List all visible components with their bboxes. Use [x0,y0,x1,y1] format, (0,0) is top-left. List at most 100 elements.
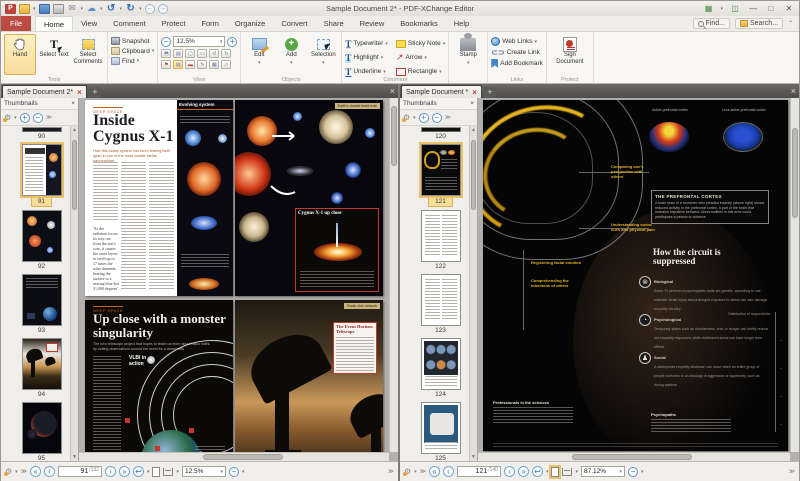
close-button[interactable]: ✕ [783,4,795,13]
arrow-button[interactable]: ↗Arrow▾ [396,51,445,64]
first-page-button[interactable]: « [30,466,41,477]
thumbnail-page-120[interactable]: 120 [406,127,475,141]
first-page-button[interactable]: « [429,466,440,477]
undo-dropdown-icon[interactable]: ▾ [120,6,123,12]
more-tools-icon[interactable]: ≫ [46,114,52,121]
thumbnail-page-122[interactable]: 122 [406,210,475,271]
select-comments-button[interactable]: Select Comments [72,34,104,75]
zoom-dropdown-icon[interactable]: ▾ [641,469,644,475]
close-pane-icon[interactable]: × [791,86,796,96]
zoom-level-field[interactable]: 87.12%▾ [581,466,625,477]
expander-icon[interactable]: ≫ [21,468,27,475]
thumbnail-page-125[interactable]: 125 [406,402,475,461]
previous-view-button[interactable]: ↩ [532,466,543,477]
scroll-down-icon[interactable]: ▼ [71,453,78,461]
status-options-icon[interactable]: ⚙ [5,467,12,476]
left-vertical-scrollbar[interactable] [389,98,398,452]
scroll-up-icon[interactable]: ▲ [470,126,477,134]
thumbnails-options-icon[interactable]: ⚙ [4,113,11,122]
new-tab-button[interactable]: + [89,87,101,98]
left-document-view[interactable]: Deep Space Inside Cygnus X-1 How this bi… [79,98,398,461]
search-button[interactable]: Search... [735,18,783,29]
add-object-button[interactable]: Add▾ [276,34,306,75]
view-history-dropdown[interactable]: ▾ [546,469,549,475]
previous-view-button[interactable]: ↩ [133,466,144,477]
tab-review[interactable]: Review [352,16,393,31]
scroll-up-icon[interactable]: ▲ [71,126,78,134]
cloud-icon[interactable]: ☁ [86,4,97,14]
first-page-view-icon[interactable]: ⬒ [161,49,171,58]
zoom-in-button[interactable]: + [227,37,237,47]
view-history-dropdown[interactable]: ▾ [147,469,150,475]
thumbnails-panel-icon[interactable]: ▤ [173,60,183,69]
tab-bookmarks[interactable]: Bookmarks [392,16,446,31]
zoom-dropdown-icon[interactable]: ▾ [242,469,245,475]
session-icon[interactable]: ▦ [702,4,714,13]
close-panel-icon[interactable]: × [71,100,75,107]
expander-icon[interactable]: ≫ [420,468,426,475]
maximize-button[interactable]: □ [765,4,777,13]
right-document-tab[interactable]: Sample Document * × [401,85,482,98]
right-horizontal-scrollbar[interactable] [478,452,790,461]
open-dropdown-icon[interactable]: ▾ [33,6,36,12]
minimize-button[interactable]: — [747,4,759,13]
thumb-zoom-out-button[interactable]: − [33,113,43,123]
scroll-down-icon[interactable]: ▼ [470,453,477,461]
left-document-tab[interactable]: Sample Document 2* × [2,85,87,98]
hand-tool-button[interactable]: Hand [4,34,36,75]
back-view-icon[interactable]: ← [145,4,155,14]
page-layout-icon[interactable]: ▤ [173,49,183,58]
status-options-icon[interactable]: ⚙ [404,467,411,476]
left-thumbnails-scrollbar[interactable]: ▲ ▼ [70,126,78,461]
rotate-cw-icon[interactable]: ↻ [221,49,231,58]
status-zoom-out-button[interactable]: − [628,467,638,477]
thumbnail-page-90[interactable]: 90 [7,127,76,141]
session-dropdown-icon[interactable]: ▾ [720,6,723,12]
page-number-field[interactable]: 91/132 [58,466,102,477]
comments-panel-icon[interactable]: ▬ [185,60,195,69]
thumbnail-page-93[interactable]: 93 [7,274,76,335]
arrange-windows-icon[interactable]: ◫ [729,4,741,13]
fields-panel-icon[interactable]: ▦ [209,60,219,69]
find-button[interactable]: Find... [693,18,730,29]
fit-width-icon[interactable] [562,468,572,476]
fit-page-icon[interactable] [152,467,160,477]
thumbnail-page-95[interactable]: 95 [7,402,76,461]
zoom-combobox[interactable]: 12.5%▾ [173,36,225,47]
page-fit-icon[interactable]: ▢ [185,49,195,58]
tab-view[interactable]: View [73,16,105,31]
redo-dropdown-icon[interactable]: ▾ [139,6,142,12]
sign-document-button[interactable]: Sign Document [550,34,590,75]
content-panel-icon[interactable]: ▱ [221,60,231,69]
cloud-dropdown-icon[interactable]: ▾ [100,6,103,12]
email-dropdown-icon[interactable]: ▾ [81,6,84,12]
thumb-zoom-in-button[interactable]: + [419,113,429,123]
thumb-zoom-in-button[interactable]: + [20,113,30,123]
right-vertical-scrollbar[interactable] [790,98,799,452]
zoom-level-field[interactable]: 12.5%▾ [182,466,226,477]
tab-convert[interactable]: Convert [273,16,315,31]
status-options-dropdown[interactable]: ▾ [15,469,18,475]
attachments-icon[interactable]: ✎ [197,60,207,69]
find-tool-button[interactable]: Find▾ [111,57,154,65]
options-dropdown-icon[interactable]: ▾ [413,115,416,121]
zoom-out-button[interactable]: − [161,37,171,47]
thumbnail-page-123[interactable]: 123 [406,274,475,335]
tab-share[interactable]: Share [316,16,352,31]
create-link-button[interactable]: ⊂⊃Create Link [491,48,543,57]
print-icon[interactable] [53,4,64,14]
expander-right-icon[interactable]: ≫ [789,468,795,475]
tab-organize[interactable]: Organize [227,16,273,31]
thumbnail-page-94[interactable]: 94 [7,338,76,399]
web-links-button[interactable]: Web Links▾ [491,37,543,46]
next-page-button[interactable]: › [105,466,116,477]
save-icon[interactable] [39,4,50,14]
tab-comment[interactable]: Comment [105,16,154,31]
status-zoom-out-button[interactable]: − [229,467,239,477]
fit-dropdown-icon[interactable]: ▾ [575,469,578,475]
thumbnail-page-121[interactable]: 121 [406,144,475,207]
last-page-button[interactable]: » [119,466,130,477]
thumbnail-page-91[interactable]: 91 [7,144,76,207]
last-page-button[interactable]: » [518,466,529,477]
thumbnails-options-icon[interactable]: ⚙ [403,113,410,122]
